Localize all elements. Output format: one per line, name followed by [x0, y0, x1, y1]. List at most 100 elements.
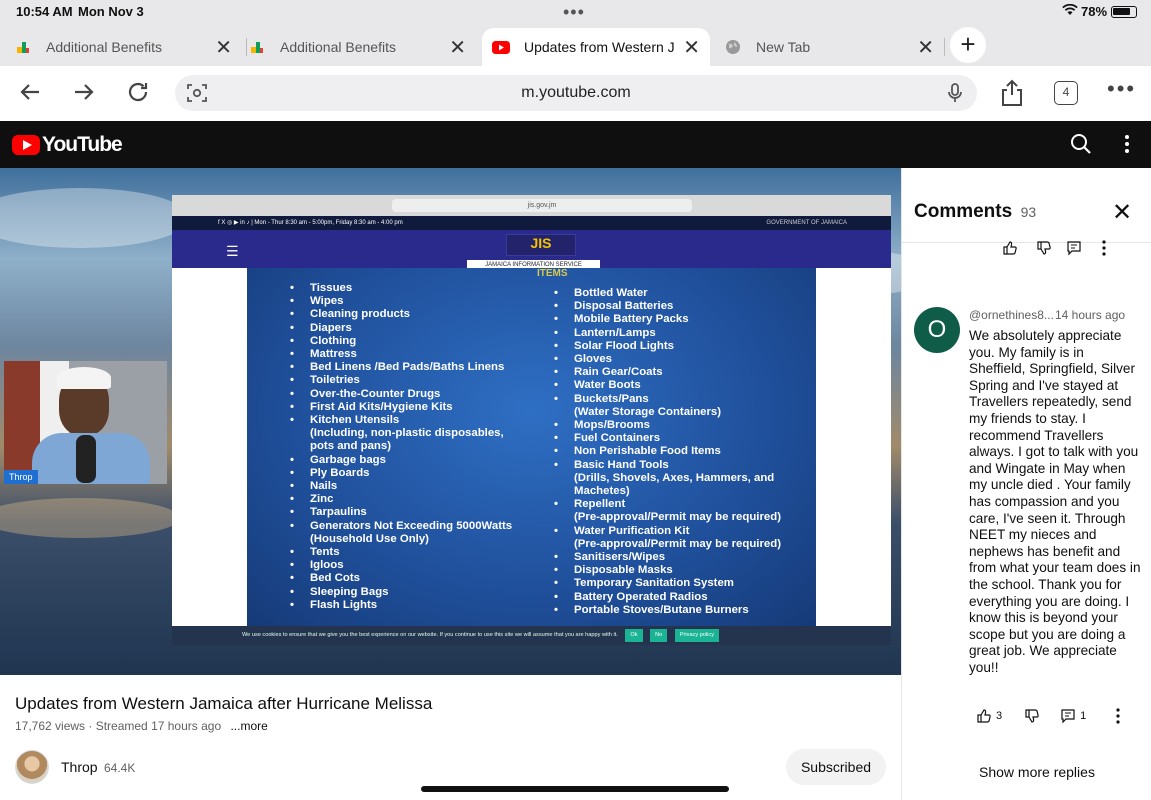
shared-screen: jis.gov.jm f X ◎ ▶ in ♪ | Mon - Thur 8:3… [172, 195, 891, 645]
poster-item: Non Perishable Food Items [554, 445, 781, 458]
dislike-icon[interactable] [1024, 708, 1040, 724]
address-bar[interactable]: m.youtube.com [175, 75, 977, 111]
tab-additional-benefits-2[interactable]: Additional Benefits ✕ [248, 28, 476, 66]
page-margin-left [172, 268, 247, 626]
youtube-header: YouTube [0, 121, 901, 168]
more-menu-icon[interactable]: ••• [1107, 76, 1136, 102]
poster-item: Buckets/Pans [554, 393, 781, 406]
poster-item: Zinc [290, 493, 512, 506]
cookie-privacy-button: Privacy policy [674, 629, 720, 642]
status-date: Mon Nov 3 [78, 4, 144, 19]
poster-item: Generators Not Exceeding 5000Watts [290, 520, 512, 533]
poster-item: Tarpaulins [290, 506, 512, 519]
battery-percent: 78% [1081, 4, 1108, 19]
video-player[interactable]: jis.gov.jm f X ◎ ▶ in ♪ | Mon - Thur 8:3… [0, 168, 901, 675]
poster-item: Mattress [290, 348, 512, 361]
jis-logo: JIS [506, 234, 576, 256]
close-tab-icon[interactable]: ✕ [683, 35, 700, 60]
home-indicator [421, 786, 729, 792]
poster-item: Igloos [290, 559, 512, 572]
close-tab-icon[interactable]: ✕ [215, 35, 232, 60]
close-tab-icon[interactable]: ✕ [449, 35, 466, 60]
poster-item: Ply Boards [290, 467, 512, 480]
forward-icon[interactable] [72, 80, 96, 108]
jis-site-header: ☰ JIS JAMAICA INFORMATION SERVICE [172, 230, 891, 271]
microphone-prop [76, 435, 96, 483]
tab-label: New Tab [756, 39, 811, 55]
browser-toolbar: m.youtube.com 4 ••• [0, 66, 1151, 121]
poster-item: Portable Stoves/Butane Burners [554, 604, 781, 617]
youtube-header-actions [901, 121, 1151, 168]
tab-youtube-active[interactable]: Updates from Western J ✕ [482, 28, 710, 66]
poster-item: Water Purification Kit [554, 525, 781, 538]
subscribed-button[interactable]: Subscribed [786, 749, 886, 785]
poster-item: pots and pans) [310, 440, 392, 453]
poster-item: Garbage bags [290, 454, 512, 467]
poster-item: Flash Lights [290, 599, 512, 612]
cookie-ok-button: Ok [625, 629, 643, 642]
youtube-favicon-icon [492, 38, 510, 56]
webcam-name-label: Throp [4, 470, 38, 484]
search-icon[interactable] [1070, 133, 1092, 160]
comment-author[interactable]: @ornethines8... [969, 308, 1054, 322]
comment-timestamp: 14 hours ago [1055, 308, 1126, 322]
description-more-link[interactable]: ...more [230, 719, 267, 733]
items-column-2: Bottled WaterDisposal BatteriesMobile Ba… [554, 287, 781, 617]
channel-name[interactable]: Throp [61, 759, 98, 775]
more-vertical-icon[interactable] [1124, 134, 1130, 159]
poster-item: Basic Hand Tools [554, 459, 781, 472]
channel-avatar[interactable] [15, 750, 49, 784]
poster-items-title: ITEMS [537, 268, 568, 279]
comment-actions: 3 1 [976, 708, 1120, 724]
poster-item: Kitchen Utensils [290, 414, 512, 427]
poster-item: Temporary Sanitation System [554, 577, 781, 590]
globe-icon [724, 38, 742, 56]
poster-item: Sanitisers/Wipes [554, 551, 781, 564]
like-icon[interactable] [1002, 240, 1018, 256]
jis-topbar-text: f X ◎ ▶ in ♪ | Mon - Thur 8:30 am - 5:00… [218, 220, 403, 226]
poster-item: Tents [290, 546, 512, 559]
poster-item: (Drills, Shovels, Axes, Hammers, and [574, 471, 775, 484]
poster-item: (Including, non-plastic disposables, [310, 427, 504, 440]
youtube-play-logo-icon [12, 135, 40, 155]
poster-item: Bed Linens /Bed Pads/Baths Linens [290, 361, 512, 374]
microphone-icon[interactable] [944, 82, 966, 109]
tab-new-tab[interactable]: New Tab ✕ [724, 28, 944, 66]
youtube-logo[interactable]: YouTube [12, 133, 123, 157]
cookie-banner: We use cookies to ensure that we give yo… [172, 626, 891, 645]
show-more-replies-button[interactable]: Show more replies [979, 764, 1095, 780]
poster-item: Diapers [290, 322, 512, 335]
back-icon[interactable] [18, 80, 42, 108]
dislike-icon[interactable] [1036, 240, 1052, 256]
close-comments-icon[interactable]: ✕ [1112, 198, 1132, 227]
reload-icon[interactable] [126, 80, 150, 108]
poster-item: Repellent [554, 498, 781, 511]
close-tab-icon[interactable]: ✕ [917, 35, 934, 60]
comment-more-icon[interactable] [1116, 708, 1120, 724]
tab-switcher-button[interactable]: 4 [1054, 81, 1078, 105]
shared-browser-chrome: jis.gov.jm [172, 195, 891, 216]
poster-item: Disposal Batteries [554, 300, 781, 313]
poster-item: Lantern/Lamps [554, 327, 781, 340]
new-tab-button[interactable]: + [950, 27, 986, 63]
reply-icon[interactable] [1066, 240, 1082, 256]
tab-additional-benefits-1[interactable]: Additional Benefits ✕ [14, 28, 242, 66]
share-icon[interactable] [1000, 79, 1024, 111]
commenter-avatar[interactable]: O [914, 307, 960, 353]
multitasking-dots-icon[interactable]: ••• [563, 2, 585, 23]
poster-item: Over-the-Counter Drugs [290, 388, 512, 401]
reply-icon[interactable] [1060, 708, 1076, 724]
like-icon[interactable] [976, 708, 992, 724]
url-text: m.youtube.com [521, 84, 631, 101]
poster-item: Water Boots [554, 379, 781, 392]
reply-count: 1 [1080, 710, 1087, 722]
comment-more-icon[interactable] [1102, 240, 1106, 256]
poster-item: Fuel Containers [554, 432, 781, 445]
poster-item: Bed Cots [290, 572, 512, 585]
cookie-no-button: No [650, 629, 668, 642]
jis-gov-text: GOVERNMENT OF JAMAICA [766, 220, 847, 226]
wifi-icon [1062, 3, 1078, 19]
tab-label: Updates from Western J [524, 39, 675, 55]
status-time: 10:54 AM [16, 4, 73, 19]
tab-separator [944, 38, 945, 56]
